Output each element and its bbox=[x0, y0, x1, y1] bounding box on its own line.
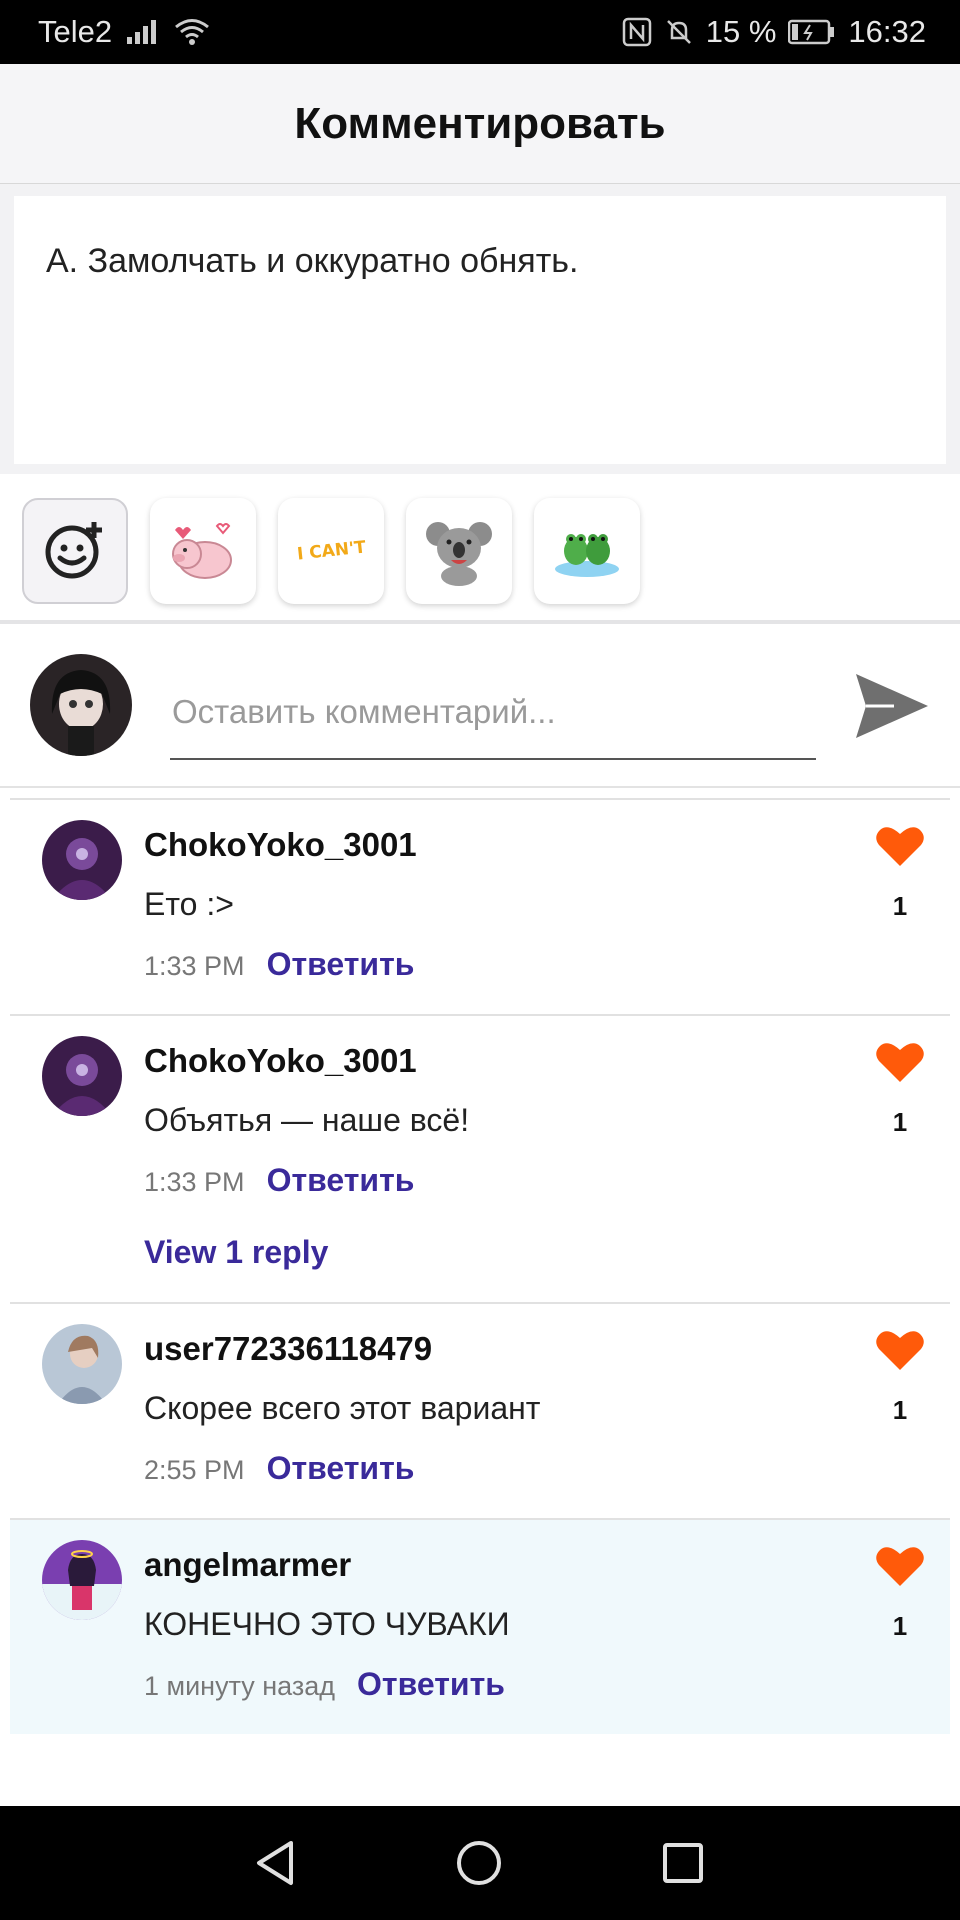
reply-button[interactable]: Ответить bbox=[267, 1450, 415, 1487]
comment-item: ChokoYoko_3001 Ето :> 1:33 PM Ответить 1 bbox=[10, 798, 950, 1014]
quoted-post-area: А. Замолчать и оккуратно обнять. bbox=[0, 184, 960, 474]
commenter-name[interactable]: ChokoYoko_3001 bbox=[144, 1042, 417, 1080]
like-button[interactable]: 1 bbox=[870, 1040, 930, 1138]
comment-text: Объятья — наше всё! bbox=[144, 1102, 470, 1138]
recents-button[interactable] bbox=[656, 1838, 710, 1892]
comment-time: 2:55 PM bbox=[144, 1455, 245, 1485]
comment-text: Скорее всего этот вариант bbox=[144, 1390, 541, 1426]
like-button[interactable]: 1 bbox=[870, 1328, 930, 1426]
status-bar: Tele2 15 % 16:32 bbox=[0, 0, 960, 64]
comment-input[interactable] bbox=[170, 676, 816, 760]
header: Комментировать bbox=[0, 64, 960, 184]
comment-time: 1:33 PM bbox=[144, 951, 245, 981]
commenter-avatar[interactable] bbox=[42, 820, 122, 900]
mute-icon bbox=[664, 17, 694, 47]
reply-button[interactable]: Ответить bbox=[267, 1162, 415, 1199]
heart-icon bbox=[875, 1328, 925, 1377]
commenter-avatar[interactable] bbox=[42, 1324, 122, 1404]
quoted-post-text: А. Замолчать и оккуратно обнять. bbox=[14, 196, 946, 464]
commenter-avatar[interactable] bbox=[42, 1036, 122, 1116]
comment-input-row bbox=[0, 628, 960, 788]
i-cant-text: I CAN'T bbox=[295, 537, 367, 565]
comment-item: ChokoYoko_3001 Объятья — наше всё! 1:33 … bbox=[10, 1014, 950, 1302]
like-count: 1 bbox=[892, 1107, 908, 1137]
like-count: 1 bbox=[892, 1395, 908, 1425]
page-title: Комментировать bbox=[294, 98, 666, 148]
clock: 16:32 bbox=[848, 14, 926, 49]
sticker-bar: I CAN'T bbox=[0, 474, 960, 624]
like-count: 1 bbox=[892, 1611, 908, 1641]
send-button[interactable] bbox=[852, 668, 932, 748]
heart-icon bbox=[875, 824, 925, 873]
comment-list: ChokoYoko_3001 Ето :> 1:33 PM Ответить 1… bbox=[0, 798, 960, 1734]
commenter-name[interactable]: angelmarmer bbox=[144, 1546, 351, 1584]
heart-icon bbox=[875, 1040, 925, 1089]
koala-sticker[interactable] bbox=[406, 498, 512, 604]
commenter-name[interactable]: user772336118479 bbox=[144, 1330, 432, 1368]
frog-sticker[interactable] bbox=[534, 498, 640, 604]
add-sticker-icon bbox=[40, 514, 110, 589]
system-nav-bar bbox=[0, 1806, 960, 1920]
comment-text: КОНЕЧНО ЭТО ЧУВАКИ bbox=[144, 1606, 510, 1642]
pig-sticker[interactable] bbox=[150, 498, 256, 604]
like-button[interactable]: 1 bbox=[870, 824, 930, 922]
comment-time: 1:33 PM bbox=[144, 1167, 245, 1197]
home-button[interactable] bbox=[452, 1838, 506, 1892]
heart-icon bbox=[875, 1544, 925, 1593]
battery-icon bbox=[788, 19, 836, 45]
current-user-avatar bbox=[30, 654, 132, 756]
like-button[interactable]: 1 bbox=[870, 1544, 930, 1642]
wifi-icon bbox=[174, 18, 210, 46]
reply-button[interactable]: Ответить bbox=[357, 1666, 505, 1703]
carrier-label: Tele2 bbox=[38, 14, 113, 49]
nfc-icon bbox=[622, 17, 652, 47]
comment-item: angelmarmer КОНЕЧНО ЭТО ЧУВАКИ 1 минуту … bbox=[10, 1518, 950, 1734]
reply-button[interactable]: Ответить bbox=[267, 946, 415, 983]
back-button[interactable] bbox=[248, 1838, 302, 1892]
comment-item: user772336118479 Скорее всего этот вариа… bbox=[10, 1302, 950, 1518]
battery-label: 15 % bbox=[705, 14, 777, 49]
commenter-name[interactable]: ChokoYoko_3001 bbox=[144, 826, 417, 864]
signal-icon bbox=[126, 19, 160, 45]
recents-icon bbox=[661, 1841, 705, 1890]
i-cant-sticker[interactable]: I CAN'T bbox=[278, 498, 384, 604]
comment-text: Ето :> bbox=[144, 886, 234, 922]
back-icon bbox=[253, 1839, 297, 1892]
home-icon bbox=[455, 1839, 503, 1892]
commenter-avatar[interactable] bbox=[42, 1540, 122, 1620]
send-icon bbox=[854, 670, 930, 747]
view-replies-link[interactable]: View 1 reply bbox=[144, 1234, 328, 1271]
add-sticker-button[interactable] bbox=[22, 498, 128, 604]
like-count: 1 bbox=[892, 891, 908, 921]
comment-time: 1 минуту назад bbox=[144, 1671, 336, 1701]
